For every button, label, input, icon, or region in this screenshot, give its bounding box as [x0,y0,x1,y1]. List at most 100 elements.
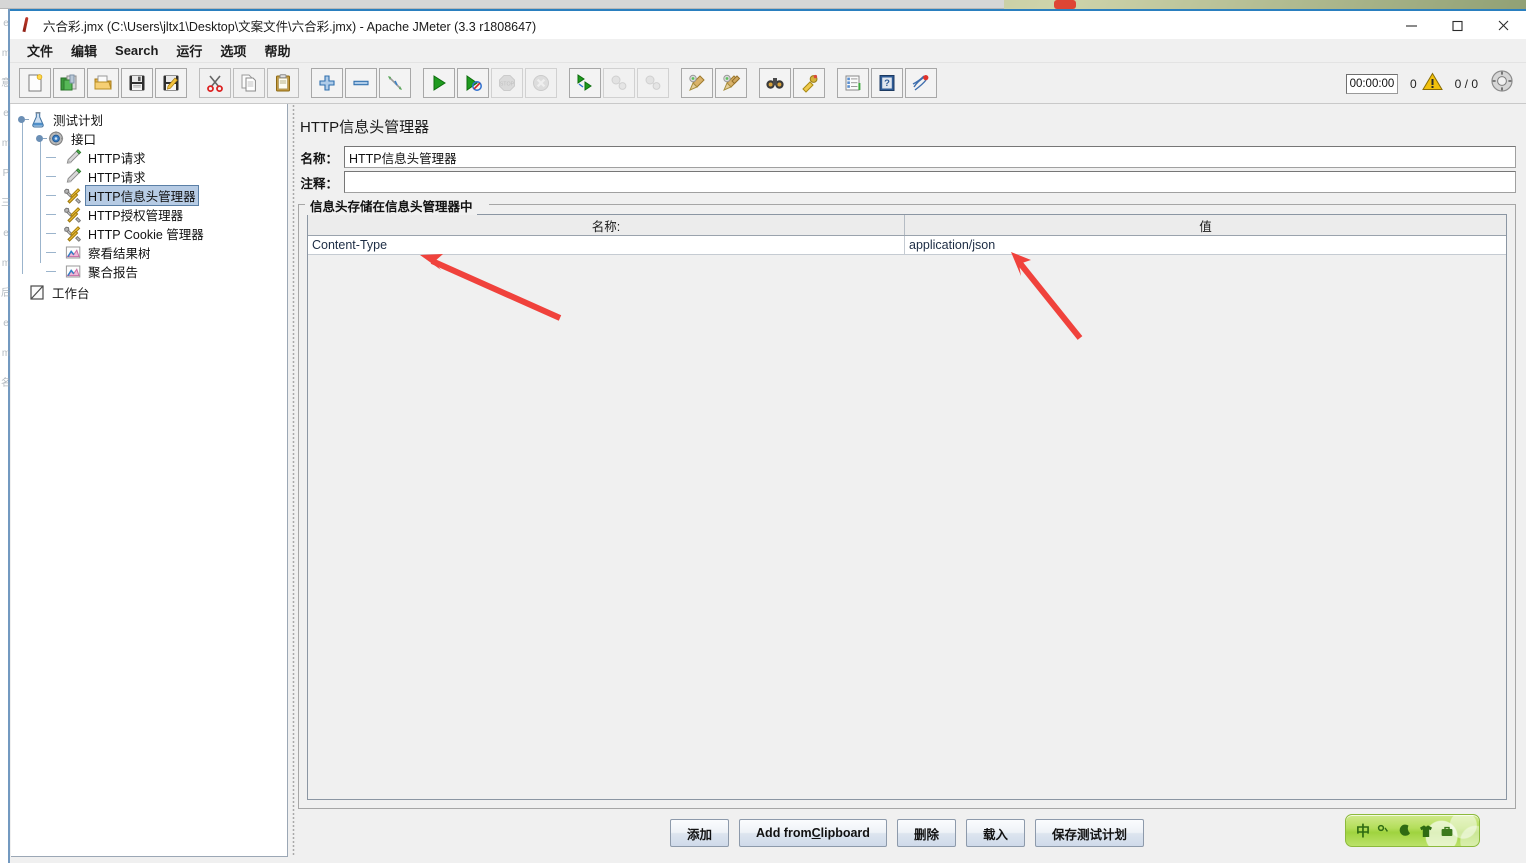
connection-status-icon[interactable] [1490,69,1514,98]
broom-icon[interactable] [681,68,713,98]
stop-icon: STOP [491,68,523,98]
skin-shirt-icon[interactable] [1419,824,1433,838]
tree-node-http-request-2[interactable]: HTTP请求 [17,167,287,186]
window-bottom-strip [10,857,1526,863]
tree-nodes: 测试计划 接口 HTTP请求 HTTP请求 HTTP信息头管理器 HTTP授权管… [11,104,287,302]
cell-header-name[interactable]: Content-Type [308,236,905,254]
comment-input[interactable] [344,171,1516,193]
toolbar-group-run: STOP [422,68,558,98]
test-plan-icon [29,111,47,128]
headers-table[interactable]: 名称: 值 Content-Type application/json [307,214,1507,800]
help-book-icon[interactable]: ? [871,68,903,98]
tree-node-aggregate-report[interactable]: 聚合报告 [17,262,287,281]
tree-node-http-header-manager[interactable]: HTTP信息头管理器 [17,185,287,206]
remote-stop-icon [603,68,635,98]
tree-node-workbench[interactable]: 工作台 [17,283,287,302]
toolbar-status-cluster: 00:00:00 0 0 / 0 [1345,63,1514,104]
tree-label: HTTP Cookie 管理器 [88,228,204,242]
punctuation-icon[interactable] [1377,824,1391,838]
tree-node-http-auth-manager[interactable]: HTTP授权管理器 [17,205,287,224]
minus-icon[interactable] [345,68,377,98]
background-window-strip [0,0,1004,9]
new-document-icon[interactable] [19,68,51,98]
function-list-icon[interactable] [837,68,869,98]
group-legend: 信息头存储在信息头管理器中 [306,196,477,215]
splitter-grip [291,104,295,857]
tree-node-http-request-1[interactable]: HTTP请求 [17,148,287,167]
jmeter-feather-icon [18,16,36,34]
config-element-icon [64,206,82,223]
warning-indicator[interactable]: 0 [1410,72,1443,96]
window-body: 测试计划 接口 HTTP请求 HTTP请求 HTTP信息头管理器 HTTP授权管… [10,104,1526,857]
listener-icon [64,244,82,261]
maximize-icon[interactable] [1434,11,1480,39]
save-as-icon[interactable] [155,68,187,98]
add-button[interactable]: 添加 [670,819,730,847]
cell-header-value[interactable]: application/json [905,236,1506,254]
play-green-icon[interactable] [423,68,455,98]
tree-node-http-cookie-manager[interactable]: HTTP Cookie 管理器 [17,224,287,243]
save-test-plan-button[interactable]: 保存测试计划 [1034,819,1144,847]
window-controls [1388,11,1526,39]
expand-handle-icon[interactable] [35,133,47,144]
copy-icon[interactable] [233,68,265,98]
menu-bar: 文件 编辑 Search 运行 选项 帮助 [10,39,1526,63]
menu-item-file[interactable]: 文件 [18,39,62,62]
shutdown-icon [525,68,557,98]
toolbox-icon[interactable] [1440,824,1454,838]
load-button[interactable]: 载入 [965,819,1025,847]
test-plan-tree[interactable]: 测试计划 接口 HTTP请求 HTTP请求 HTTP信息头管理器 HTTP授权管… [11,104,288,857]
tree-label: HTTP请求 [88,171,146,185]
element-editor-panel: HTTP信息头管理器 名称： HTTP信息头管理器 注释： 信息头存储在信息头管… [298,104,1526,857]
toggle-icon[interactable] [379,68,411,98]
menu-item-options[interactable]: 选项 [211,39,255,62]
comment-field-label: 注释： [298,171,344,193]
menu-item-search[interactable]: Search [106,41,167,60]
binoculars-icon[interactable] [759,68,791,98]
tree-label: 接口 [71,133,97,147]
play-no-timers-icon[interactable] [457,68,489,98]
svg-text:STOP: STOP [500,81,515,87]
add-from-clipboard-button[interactable]: Add from Clipboard [739,819,887,847]
menu-item-run[interactable]: 运行 [167,39,211,62]
moon-icon[interactable] [1398,824,1412,838]
name-field-row: 名称： HTTP信息头管理器 [298,146,1516,168]
expand-handle-icon[interactable] [17,114,29,125]
panel-splitter[interactable] [288,104,298,857]
action-button-row: 添加 Add from Clipboard 删除 载入 保存测试计划 [298,809,1516,857]
active-thread-indicator: 0 / 0 [1455,77,1478,91]
thread-group-icon [47,130,65,147]
broom-all-icon[interactable] [715,68,747,98]
templates-icon[interactable] [53,68,85,98]
ime-toolbar[interactable]: 中 [1345,814,1480,847]
config-element-icon [64,225,82,242]
background-app-icon [1054,0,1076,9]
name-input[interactable]: HTTP信息头管理器 [344,146,1516,168]
scissors-icon[interactable] [199,68,231,98]
tree-node-test-plan[interactable]: 测试计划 [17,110,287,129]
tree-label: 工作台 [52,287,90,301]
tree-label: 聚合报告 [88,266,139,280]
group-border-top [299,204,1515,205]
clear-search-icon[interactable] [793,68,825,98]
save-disk-icon[interactable] [121,68,153,98]
menu-item-edit[interactable]: 编辑 [62,39,106,62]
table-row[interactable]: Content-Type application/json [308,236,1506,255]
open-folder-icon[interactable] [87,68,119,98]
plus-icon[interactable] [311,68,343,98]
menu-item-help[interactable]: 帮助 [255,39,299,62]
clipboard-icon[interactable] [267,68,299,98]
delete-button[interactable]: 删除 [896,819,956,847]
about-icon[interactable] [905,68,937,98]
column-header-name[interactable]: 名称: [308,215,905,235]
tree-node-view-results-tree[interactable]: 察看结果树 [17,243,287,262]
remote-start-icon[interactable] [569,68,601,98]
tree-label: 察看结果树 [88,247,151,261]
tree-node-thread-group[interactable]: 接口 [17,129,287,148]
table-header-row: 名称: 值 [308,215,1506,236]
tree-label: HTTP授权管理器 [88,209,184,223]
close-icon[interactable] [1480,11,1526,39]
minimize-icon[interactable] [1388,11,1434,39]
ime-mode-indicator[interactable]: 中 [1356,824,1370,838]
column-header-value[interactable]: 值 [905,215,1506,235]
